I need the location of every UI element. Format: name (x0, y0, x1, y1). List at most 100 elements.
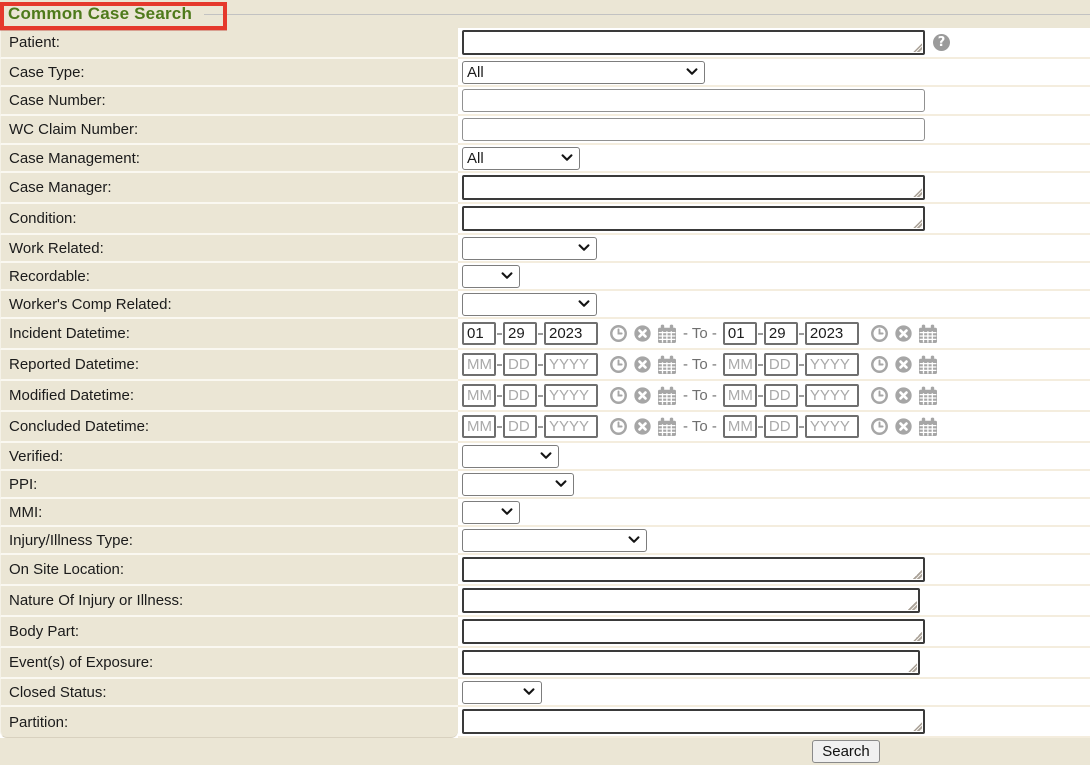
work-related-select[interactable] (462, 237, 597, 260)
time-picker-icon[interactable] (609, 417, 628, 436)
wc-claim-number-control-cell (458, 116, 1090, 145)
form-row-mmi: MMI: (0, 499, 1090, 527)
date-separator-dash (799, 364, 804, 366)
chevron-down-icon (540, 452, 552, 460)
time-picker-icon[interactable] (609, 324, 628, 343)
date-separator-dash (497, 364, 502, 366)
calendar-icon[interactable] (918, 386, 938, 406)
clear-date-icon[interactable] (894, 355, 913, 374)
reported-datetime-to-yyyy-input[interactable] (805, 353, 859, 376)
chevron-down-icon (523, 688, 535, 696)
concluded-datetime-to-mm-input[interactable] (723, 415, 757, 438)
verified-select[interactable] (462, 445, 559, 468)
clear-date-icon[interactable] (894, 417, 913, 436)
concluded-datetime-from-mm-input[interactable] (462, 415, 496, 438)
form-row-case-type: Case Type:All (0, 59, 1090, 87)
time-picker-icon[interactable] (870, 355, 889, 374)
date-separator-dash (538, 333, 543, 335)
on-site-location-textarea[interactable] (462, 557, 925, 582)
incident-datetime-from-yyyy-input[interactable] (544, 322, 598, 345)
events-of-exposure-textarea[interactable] (462, 650, 920, 675)
concluded-datetime-to-yyyy-input[interactable] (805, 415, 859, 438)
mmi-control-cell (458, 499, 1090, 527)
reported-datetime-to-dd-input[interactable] (764, 353, 798, 376)
calendar-icon[interactable] (657, 386, 677, 406)
page-title: Common Case Search (0, 4, 192, 24)
incident-datetime-to-yyyy-input[interactable] (805, 322, 859, 345)
incident-datetime-to-dd-input[interactable] (764, 322, 798, 345)
modified-datetime-to-mm-input[interactable] (723, 384, 757, 407)
wc-claim-number-input[interactable] (462, 118, 925, 141)
search-form: Patient:?Case Type:AllCase Number:WC Cla… (0, 28, 1090, 738)
partition-textarea[interactable] (462, 709, 925, 734)
calendar-icon[interactable] (918, 417, 938, 437)
time-picker-icon[interactable] (870, 386, 889, 405)
modified-datetime-label: Modified Datetime: (0, 381, 458, 412)
incident-datetime-from-dd-input[interactable] (503, 322, 537, 345)
modified-datetime-control-cell: - To - (458, 381, 1090, 412)
section-header: Common Case Search (0, 0, 1090, 28)
recordable-label: Recordable: (0, 263, 458, 291)
nature-of-injury-label: Nature Of Injury or Illness: (0, 586, 458, 617)
reported-datetime-from-dd-input[interactable] (503, 353, 537, 376)
patient-control-cell: ? (458, 28, 1090, 59)
date-separator-dash (758, 333, 763, 335)
date-separator-dash (799, 426, 804, 428)
reported-datetime-from-yyyy-input[interactable] (544, 353, 598, 376)
injury-illness-type-select[interactable] (462, 529, 647, 552)
case-type-select[interactable]: All (462, 61, 705, 84)
condition-textarea[interactable] (462, 206, 925, 231)
calendar-icon[interactable] (918, 324, 938, 344)
concluded-datetime-from-yyyy-input[interactable] (544, 415, 598, 438)
calendar-icon[interactable] (657, 355, 677, 375)
clear-date-icon[interactable] (633, 355, 652, 374)
calendar-icon[interactable] (918, 355, 938, 375)
mmi-select[interactable] (462, 501, 520, 524)
body-part-textarea[interactable] (462, 619, 925, 644)
nature-of-injury-textarea[interactable] (462, 588, 920, 613)
injury-illness-type-label: Injury/Illness Type: (0, 527, 458, 555)
incident-datetime-from-mm-input[interactable] (462, 322, 496, 345)
closed-status-select[interactable] (462, 681, 542, 704)
modified-datetime-to-dd-input[interactable] (764, 384, 798, 407)
calendar-icon[interactable] (657, 417, 677, 437)
clear-date-icon[interactable] (894, 386, 913, 405)
time-picker-icon[interactable] (609, 386, 628, 405)
concluded-datetime-to-dd-input[interactable] (764, 415, 798, 438)
condition-control-cell (458, 204, 1090, 235)
modified-datetime-from-mm-input[interactable] (462, 384, 496, 407)
modified-datetime-from-dd-input[interactable] (503, 384, 537, 407)
case-manager-textarea[interactable] (462, 175, 925, 200)
clear-date-icon[interactable] (633, 417, 652, 436)
incident-datetime-to-mm-input[interactable] (723, 322, 757, 345)
case-number-input[interactable] (462, 89, 925, 112)
help-icon[interactable]: ? (933, 34, 950, 51)
clear-date-icon[interactable] (633, 324, 652, 343)
form-row-case-number: Case Number: (0, 87, 1090, 116)
modified-datetime-to-yyyy-input[interactable] (805, 384, 859, 407)
date-separator-dash (758, 364, 763, 366)
concluded-datetime-from-dd-input[interactable] (503, 415, 537, 438)
clear-date-icon[interactable] (894, 324, 913, 343)
patient-textarea[interactable] (462, 30, 925, 55)
reported-datetime-to-mm-input[interactable] (723, 353, 757, 376)
calendar-icon[interactable] (657, 324, 677, 344)
concluded-datetime-control-cell: - To - (458, 412, 1090, 443)
search-button[interactable]: Search (812, 740, 880, 763)
case-management-select[interactable]: All (462, 147, 580, 170)
reported-datetime-from-mm-input[interactable] (462, 353, 496, 376)
injury-illness-type-control-cell (458, 527, 1090, 555)
on-site-location-label: On Site Location: (0, 555, 458, 586)
modified-datetime-from-yyyy-input[interactable] (544, 384, 598, 407)
time-picker-icon[interactable] (609, 355, 628, 374)
clear-date-icon[interactable] (633, 386, 652, 405)
time-picker-icon[interactable] (870, 324, 889, 343)
date-separator-dash (799, 333, 804, 335)
time-picker-icon[interactable] (870, 417, 889, 436)
workers-comp-related-select[interactable] (462, 293, 597, 316)
case-number-control-cell (458, 87, 1090, 116)
ppi-select[interactable] (462, 473, 574, 496)
form-row-ppi: PPI: (0, 471, 1090, 499)
recordable-select[interactable] (462, 265, 520, 288)
form-row-wc-claim-number: WC Claim Number: (0, 116, 1090, 145)
